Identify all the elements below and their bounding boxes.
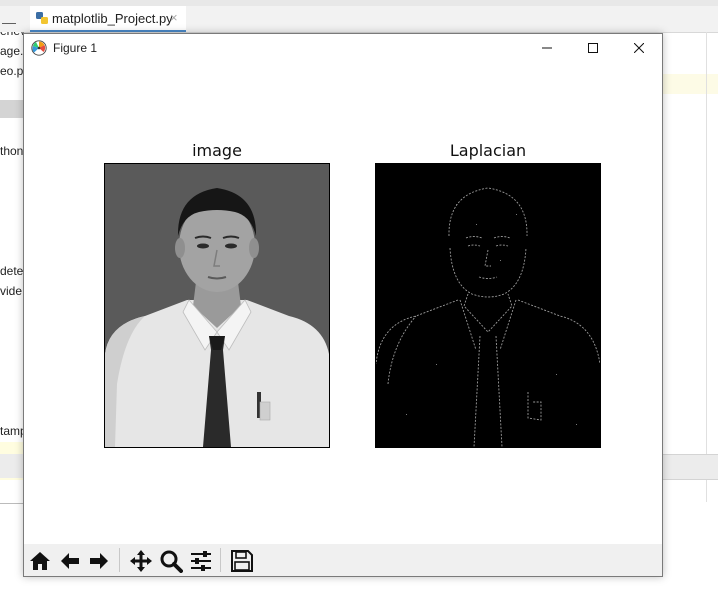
zoom-button[interactable] [157, 547, 184, 574]
selection-band [0, 100, 24, 118]
ide-divider [0, 503, 24, 504]
python-file-icon [36, 12, 48, 24]
configure-subplots-icon [190, 550, 211, 571]
code-fragment: age.p [0, 44, 24, 58]
ide-bottom-strip [0, 454, 24, 478]
code-fragment: tamp [0, 424, 24, 438]
axes-title-image: image [192, 141, 242, 160]
pan-icon [129, 549, 152, 572]
current-line-highlight [663, 74, 718, 94]
configure-subplots-button[interactable] [187, 547, 214, 574]
matplotlib-icon [31, 40, 47, 56]
photo-image [105, 164, 329, 447]
editor-tab[interactable]: matplotlib_Project.py × [30, 6, 186, 32]
code-fragment: vide [0, 284, 23, 298]
pan-button[interactable] [127, 547, 154, 574]
tab-close-icon[interactable]: × [170, 10, 178, 25]
axes-title-laplacian: Laplacian [449, 141, 527, 160]
figure-window[interactable]: Figure 1 image Laplacian [23, 33, 663, 577]
forward-button[interactable] [85, 547, 112, 574]
minimize-button[interactable] [524, 34, 570, 62]
toolbar-separator [119, 548, 120, 572]
code-fragment: thon [0, 144, 24, 158]
forward-icon [89, 552, 108, 569]
axes-image[interactable] [104, 163, 330, 448]
code-fragment: eo.p [0, 64, 24, 78]
close-icon [634, 43, 644, 53]
maximize-button[interactable] [570, 34, 616, 62]
back-button[interactable] [56, 547, 83, 574]
maximize-icon [588, 43, 598, 53]
window-title: Figure 1 [53, 41, 98, 55]
ide-bottom-strip [663, 454, 718, 480]
code-fragment: dete [0, 264, 24, 278]
save-button[interactable] [228, 547, 255, 574]
minimize-icon [542, 47, 552, 49]
back-icon [60, 552, 79, 569]
navigation-toolbar [24, 544, 662, 576]
save-icon [230, 549, 253, 572]
code-fragment: enev [0, 32, 24, 38]
axes-laplacian[interactable] [375, 163, 601, 448]
toolbar-separator [220, 548, 221, 572]
home-button[interactable] [26, 547, 53, 574]
window-titlebar[interactable]: Figure 1 [24, 34, 662, 62]
editor-right-margin [706, 32, 707, 502]
close-button[interactable] [616, 34, 662, 62]
zoom-icon [160, 550, 183, 573]
editor-tab-label: matplotlib_Project.py [52, 11, 173, 26]
ide-editor-left-edge: enev age.p eo.p thon dete vide tamp [0, 32, 24, 512]
home-icon [29, 551, 50, 570]
ide-minimize-icon[interactable]: — [2, 14, 16, 30]
laplacian-image [376, 164, 600, 447]
